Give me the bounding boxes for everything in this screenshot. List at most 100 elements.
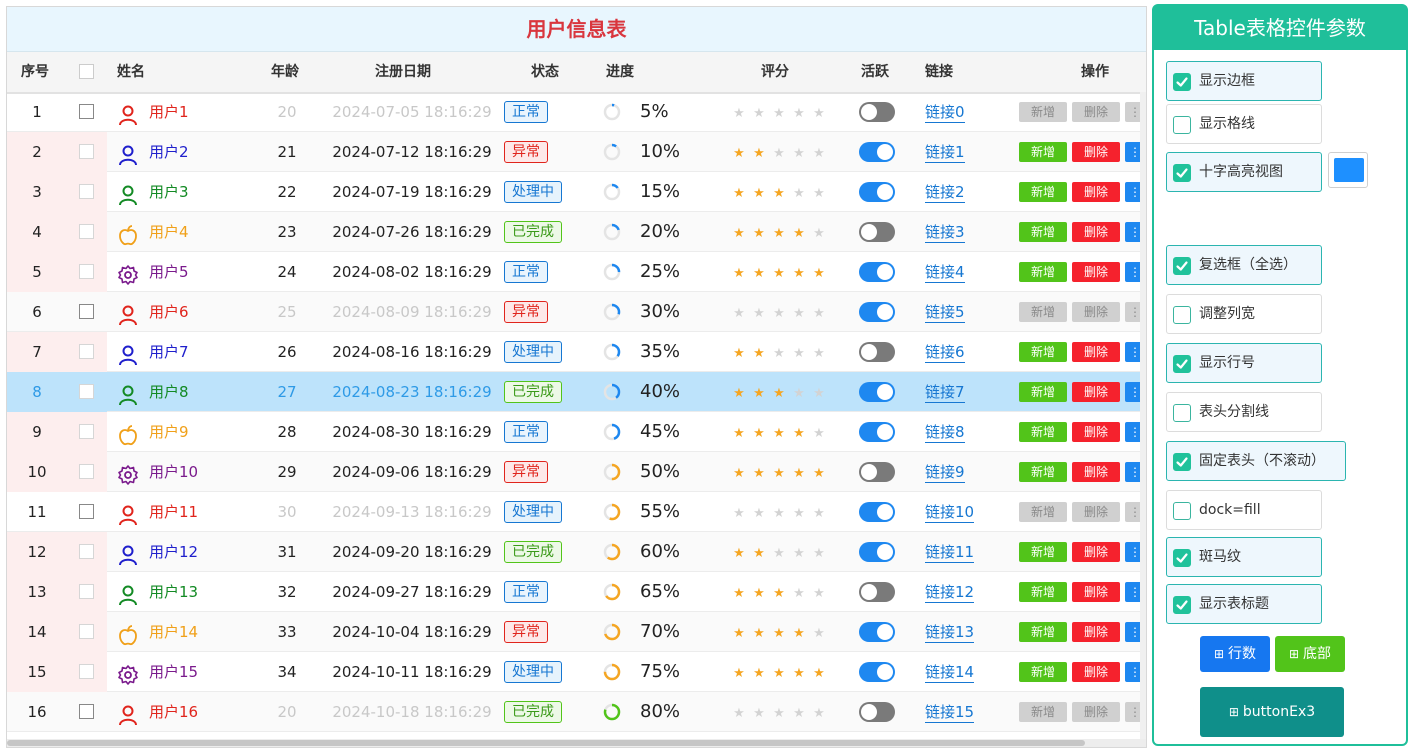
table-row[interactable]: 7 用户7 26 2024-08-16 18:16:29 处理中 35% ★ ★ ★… — [7, 332, 1146, 372]
header-select-all[interactable] — [79, 52, 95, 92]
rating-stars[interactable]: ★ ★ ★ ★ ★ — [729, 252, 839, 292]
table-row[interactable]: 9 用户9 28 2024-08-30 18:16:29 正常 45% ★ ★ ★ ★… — [7, 412, 1146, 452]
rating-stars[interactable]: ★ ★ ★ ★ ★ — [729, 652, 839, 692]
horizontal-scrollbar[interactable] — [7, 739, 1146, 747]
row-link[interactable]: 链接5 — [925, 303, 965, 323]
rating-stars[interactable]: ★ ★ ★ ★ ★ — [729, 532, 839, 572]
table-row[interactable]: 16 用户16 20 2024-10-18 18:16:29 已完成 80% ★… — [7, 692, 1146, 732]
rating-star-icon[interactable]: ★ — [769, 454, 789, 494]
row-link[interactable]: 链接14 — [925, 663, 975, 683]
rating-star-icon[interactable]: ★ — [789, 294, 809, 334]
rating-star-icon[interactable]: ★ — [749, 374, 769, 414]
rating-stars[interactable]: ★ ★ ★ ★ ★ — [729, 372, 839, 412]
add-button[interactable]: 新增 — [1019, 102, 1067, 122]
row-checkbox[interactable] — [79, 344, 94, 359]
option-checkbox[interactable] — [1173, 306, 1191, 324]
rating-star-icon[interactable]: ★ — [769, 94, 789, 134]
row-checkbox[interactable] — [79, 104, 94, 119]
horizontal-scrollbar-thumb[interactable] — [7, 740, 1085, 746]
table-row[interactable]: 8 用户8 27 2024-08-23 18:16:29 已完成 40% ★ ★ ★… — [7, 372, 1146, 412]
table-row[interactable]: 4 用户4 23 2024-07-26 18:16:29 已完成 20% ★ ★ ★… — [7, 212, 1146, 252]
rating-star-icon[interactable]: ★ — [749, 174, 769, 214]
header-status[interactable]: 状态 — [531, 52, 559, 92]
rating-star-icon[interactable]: ★ — [749, 614, 769, 654]
add-button[interactable]: 新增 — [1019, 142, 1067, 162]
option-checkbox-select-all[interactable]: 复选框（全选） — [1166, 245, 1322, 285]
delete-button[interactable]: 删除 — [1072, 302, 1120, 322]
rating-stars[interactable]: ★ ★ ★ ★ ★ — [729, 332, 839, 372]
delete-button[interactable]: 删除 — [1072, 462, 1120, 482]
delete-button[interactable]: 删除 — [1072, 702, 1120, 722]
row-checkbox[interactable] — [79, 184, 94, 199]
add-button[interactable]: 新增 — [1019, 502, 1067, 522]
active-toggle[interactable] — [859, 302, 895, 322]
option-show-table-title[interactable]: 显示表标题 — [1166, 584, 1322, 624]
option-checkbox[interactable] — [1173, 404, 1191, 422]
active-toggle[interactable] — [859, 462, 895, 482]
rating-star-icon[interactable]: ★ — [769, 294, 789, 334]
active-toggle[interactable] — [859, 422, 895, 442]
rating-star-icon[interactable]: ★ — [729, 694, 749, 734]
active-toggle[interactable] — [859, 662, 895, 682]
rating-star-icon[interactable]: ★ — [729, 214, 749, 254]
rating-star-icon[interactable]: ★ — [809, 94, 829, 134]
rating-star-icon[interactable]: ★ — [769, 134, 789, 174]
rating-star-icon[interactable]: ★ — [809, 574, 829, 614]
rating-star-icon[interactable]: ★ — [749, 414, 769, 454]
table-row[interactable]: 13 用户13 32 2024-09-27 18:16:29 正常 65% ★ ★… — [7, 572, 1146, 612]
rating-star-icon[interactable]: ★ — [789, 174, 809, 214]
row-checkbox[interactable] — [79, 664, 94, 679]
rating-stars[interactable]: ★ ★ ★ ★ ★ — [729, 412, 839, 452]
button-ex3[interactable]: ⊞ buttonEx3 — [1200, 687, 1344, 737]
active-toggle[interactable] — [859, 502, 895, 522]
highlight-color-picker[interactable] — [1328, 152, 1368, 188]
option-checkbox[interactable] — [1173, 355, 1191, 373]
row-link[interactable]: 链接6 — [925, 343, 965, 363]
row-checkbox[interactable] — [79, 464, 94, 479]
rating-star-icon[interactable]: ★ — [749, 494, 769, 534]
header-active[interactable]: 活跃 — [861, 52, 889, 92]
add-button[interactable]: 新增 — [1019, 582, 1067, 602]
rating-star-icon[interactable]: ★ — [789, 454, 809, 494]
rating-star-icon[interactable]: ★ — [789, 614, 809, 654]
option-checkbox[interactable] — [1173, 549, 1191, 567]
add-button[interactable]: 新增 — [1019, 262, 1067, 282]
rating-star-icon[interactable]: ★ — [749, 294, 769, 334]
option-zebra-stripes[interactable]: 斑马纹 — [1166, 537, 1322, 577]
rating-star-icon[interactable]: ★ — [729, 254, 749, 294]
bottom-button[interactable]: ⊞ 底部 — [1275, 636, 1345, 672]
row-link[interactable]: 链接10 — [925, 503, 975, 523]
rating-star-icon[interactable]: ★ — [809, 494, 829, 534]
rating-star-icon[interactable]: ★ — [789, 254, 809, 294]
rating-star-icon[interactable]: ★ — [789, 654, 809, 694]
option-resize-columns[interactable]: 调整列宽 — [1166, 294, 1322, 334]
row-link[interactable]: 链接3 — [925, 223, 965, 243]
active-toggle[interactable] — [859, 182, 895, 202]
header-link[interactable]: 链接 — [925, 52, 953, 92]
rating-star-icon[interactable]: ★ — [769, 414, 789, 454]
active-toggle[interactable] — [859, 622, 895, 642]
rating-star-icon[interactable]: ★ — [749, 694, 769, 734]
option-checkbox[interactable] — [1173, 73, 1191, 91]
header-age[interactable]: 年龄 — [271, 52, 299, 92]
table-row[interactable]: 3 用户3 22 2024-07-19 18:16:29 处理中 15% ★ ★ ★… — [7, 172, 1146, 212]
table-row[interactable]: 11 用户11 30 2024-09-13 18:16:29 处理中 55% ★… — [7, 492, 1146, 532]
header-ops[interactable]: 操作 — [1081, 52, 1109, 92]
option-show-gridlines[interactable]: 显示格线 — [1166, 104, 1322, 144]
row-link[interactable]: 链接12 — [925, 583, 975, 603]
active-toggle[interactable] — [859, 222, 895, 242]
add-button[interactable]: 新增 — [1019, 222, 1067, 242]
table-row[interactable]: 15 用户15 34 2024-10-11 18:16:29 处理中 75% ★… — [7, 652, 1146, 692]
table-row[interactable]: 5 用户5 24 2024-08-02 18:16:29 正常 25% ★ ★ ★ ★… — [7, 252, 1146, 292]
row-link[interactable]: 链接1 — [925, 143, 965, 163]
row-checkbox[interactable] — [79, 224, 94, 239]
option-show-border[interactable]: 显示边框 — [1166, 61, 1322, 101]
rating-star-icon[interactable]: ★ — [729, 454, 749, 494]
option-checkbox[interactable] — [1173, 502, 1191, 520]
rating-stars[interactable]: ★ ★ ★ ★ ★ — [729, 292, 839, 332]
rating-star-icon[interactable]: ★ — [749, 134, 769, 174]
table-row[interactable]: 1 用户1 20 2024-07-05 18:16:29 正常 5% ★ ★ ★ ★ ★… — [7, 92, 1146, 132]
rating-star-icon[interactable]: ★ — [809, 654, 829, 694]
rating-star-icon[interactable]: ★ — [749, 654, 769, 694]
rating-stars[interactable]: ★ ★ ★ ★ ★ — [729, 572, 839, 612]
